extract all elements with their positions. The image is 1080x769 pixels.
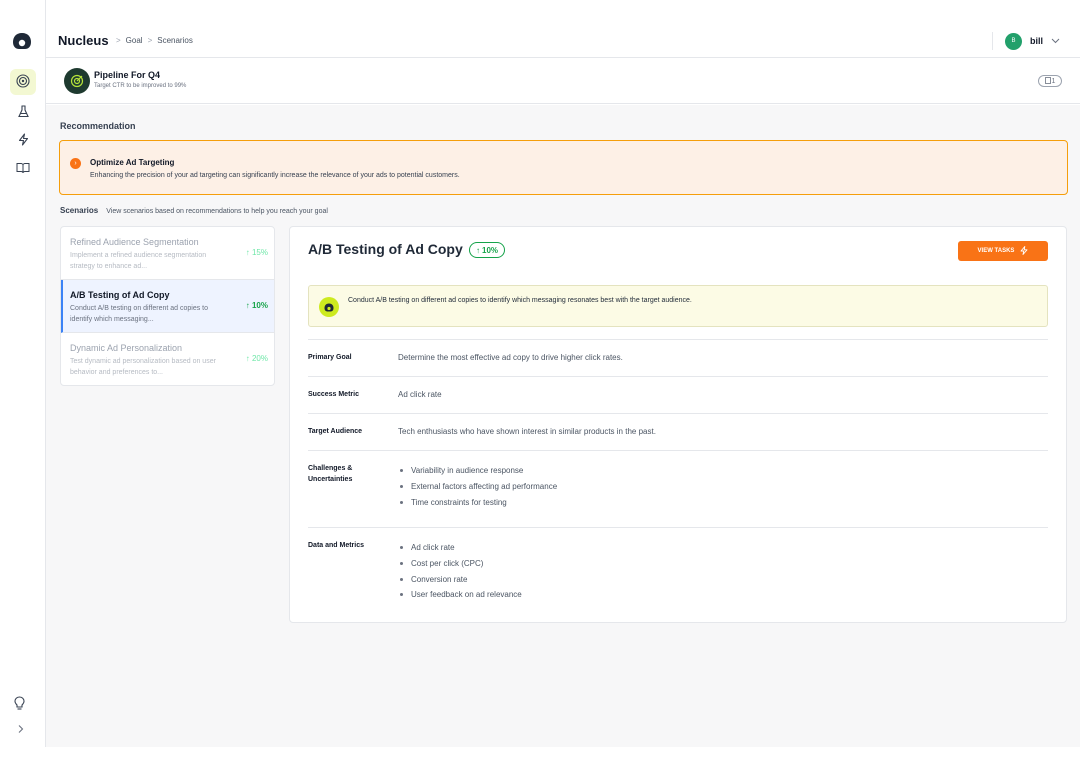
- view-tasks-button[interactable]: VIEW TASKS: [958, 241, 1048, 261]
- success-metric-value: Ad click rate: [398, 390, 442, 399]
- recommendation-label: Recommendation: [60, 121, 136, 131]
- user-menu[interactable]: B bill: [992, 32, 1060, 50]
- nav-lab-button[interactable]: [10, 100, 36, 126]
- nav-library-button[interactable]: [10, 156, 36, 182]
- arrow-right-icon: ›: [70, 158, 81, 169]
- data-metrics-label: Data and Metrics: [308, 542, 365, 549]
- recommendation-title: Optimize Ad Targeting: [90, 158, 175, 167]
- list-item: Conversion rate: [398, 571, 522, 587]
- primary-goal-value: Determine the most effective ad copy to …: [398, 353, 623, 362]
- scenario-list: Refined Audience Segmentation Implement …: [60, 226, 275, 386]
- arrow-up-icon: ↑: [476, 245, 480, 255]
- nucleus-logo-icon[interactable]: [12, 32, 32, 50]
- target-audience-row: Target Audience Tech enthusiasts who hav…: [308, 413, 1048, 450]
- list-item: Variability in audience response: [398, 463, 557, 479]
- goal-subtitle: Target CTR to be improved to 99%: [94, 83, 187, 89]
- callout-text: Conduct A/B testing on different ad copi…: [348, 297, 692, 304]
- scenario-name: A/B Testing of Ad Copy: [70, 290, 170, 300]
- view-tasks-label: VIEW TASKS: [977, 248, 1015, 254]
- scenario-name: Dynamic Ad Personalization: [70, 343, 183, 353]
- scenario-detail-panel: A/B Testing of Ad Copy ↑ 10% VIEW TASKS …: [289, 226, 1067, 623]
- challenges-label: Challenges & Uncertainties: [308, 465, 353, 483]
- scenario-description: Test dynamic ad personalization based on…: [70, 358, 216, 376]
- scenario-callout: Conduct A/B testing on different ad copi…: [308, 285, 1048, 327]
- goal-target-icon: [64, 68, 90, 94]
- list-item: Time constraints for testing: [398, 494, 557, 510]
- data-metrics-row: Data and Metrics Ad click rate Cost per …: [308, 527, 1048, 617]
- main-content: Recommendation › Optimize Ad Targeting E…: [46, 105, 1080, 747]
- list-item: User feedback on ad relevance: [398, 587, 522, 603]
- bolt-icon: [17, 133, 30, 149]
- scenarios-title: Scenarios: [60, 206, 99, 215]
- recommendation-card[interactable]: › Optimize Ad Targeting Enhancing the pr…: [59, 140, 1068, 195]
- brand-name[interactable]: Nucleus: [58, 33, 109, 48]
- left-rail: [0, 0, 46, 747]
- detail-title: A/B Testing of Ad Copy: [308, 241, 463, 257]
- scenario-pct-value: 15%: [251, 248, 268, 257]
- scenario-item-dynamic-ad[interactable]: Dynamic Ad Personalization Test dynamic …: [61, 333, 274, 385]
- nucleus-logo-icon: [319, 297, 339, 317]
- goal-count-badge[interactable]: 1: [1038, 75, 1062, 87]
- data-metrics-list: Ad click rate Cost per click (CPC) Conve…: [398, 540, 522, 603]
- target-audience-label: Target Audience: [308, 428, 363, 435]
- breadcrumb-scenarios: Scenarios: [157, 36, 193, 45]
- scenario-percentage: ↑ 20%: [246, 354, 268, 363]
- list-item: External factors affecting ad performanc…: [398, 479, 557, 495]
- chevron-right-icon[interactable]: [17, 724, 25, 737]
- detail-pct-value: 10%: [482, 245, 499, 255]
- target-icon: [16, 73, 30, 91]
- nav-actions-button[interactable]: [10, 128, 36, 154]
- recommendation-description: Enhancing the precision of your ad targe…: [90, 172, 460, 179]
- target-audience-value: Tech enthusiasts who have shown interest…: [398, 427, 656, 436]
- lightbulb-icon[interactable]: [13, 696, 26, 714]
- detail-rows: Primary Goal Determine the most effectiv…: [308, 339, 1048, 617]
- detail-percentage-badge: ↑ 10%: [469, 242, 506, 258]
- challenges-row: Challenges & Uncertainties Variability i…: [308, 450, 1048, 527]
- success-metric-row: Success Metric Ad click rate: [308, 376, 1048, 413]
- scenario-item-refined-audience[interactable]: Refined Audience Segmentation Implement …: [61, 227, 274, 280]
- primary-goal-label: Primary Goal: [308, 354, 352, 361]
- scenario-percentage: ↑ 15%: [246, 248, 268, 257]
- scenario-name: Refined Audience Segmentation: [70, 237, 199, 247]
- goal-count: 1: [1051, 77, 1056, 85]
- list-item: Cost per click (CPC): [398, 556, 522, 572]
- scenario-description: Conduct A/B testing on different ad copi…: [70, 305, 209, 323]
- scenario-pct-value: 20%: [251, 354, 268, 363]
- scenario-description: Implement a refined audience segmentatio…: [70, 252, 207, 270]
- goal-bar: Pipeline For Q4 Target CTR to be improve…: [46, 58, 1080, 104]
- scenarios-header: Scenarios View scenarios based on recomm…: [60, 206, 328, 215]
- scenario-percentage: ↑ 10%: [246, 301, 268, 310]
- flask-icon: [17, 105, 30, 121]
- document-icon: [1044, 76, 1051, 86]
- scenario-item-ab-testing[interactable]: A/B Testing of Ad Copy Conduct A/B testi…: [61, 280, 274, 333]
- breadcrumb: > Goal > Scenarios: [116, 36, 193, 45]
- success-metric-label: Success Metric: [308, 391, 359, 398]
- primary-goal-row: Primary Goal Determine the most effectiv…: [308, 339, 1048, 376]
- chevron-down-icon: [1051, 35, 1060, 47]
- breadcrumb-goal[interactable]: Goal: [126, 36, 143, 45]
- list-item: Ad click rate: [398, 540, 522, 556]
- breadcrumb-separator: >: [116, 36, 121, 45]
- scenarios-subtitle: View scenarios based on recommendations …: [106, 208, 328, 215]
- scenario-pct-value: 10%: [251, 301, 268, 310]
- nav-target-button[interactable]: [10, 69, 36, 95]
- divider: [992, 32, 993, 50]
- book-icon: [16, 162, 30, 177]
- user-name: bill: [1030, 36, 1043, 46]
- challenges-list: Variability in audience response Externa…: [398, 463, 557, 510]
- top-header: Nucleus > Goal > Scenarios B bill: [46, 24, 1080, 58]
- bolt-icon: [1020, 245, 1028, 257]
- goal-title: Pipeline For Q4: [94, 70, 161, 80]
- breadcrumb-separator: >: [147, 36, 153, 45]
- avatar: B: [1005, 32, 1022, 50]
